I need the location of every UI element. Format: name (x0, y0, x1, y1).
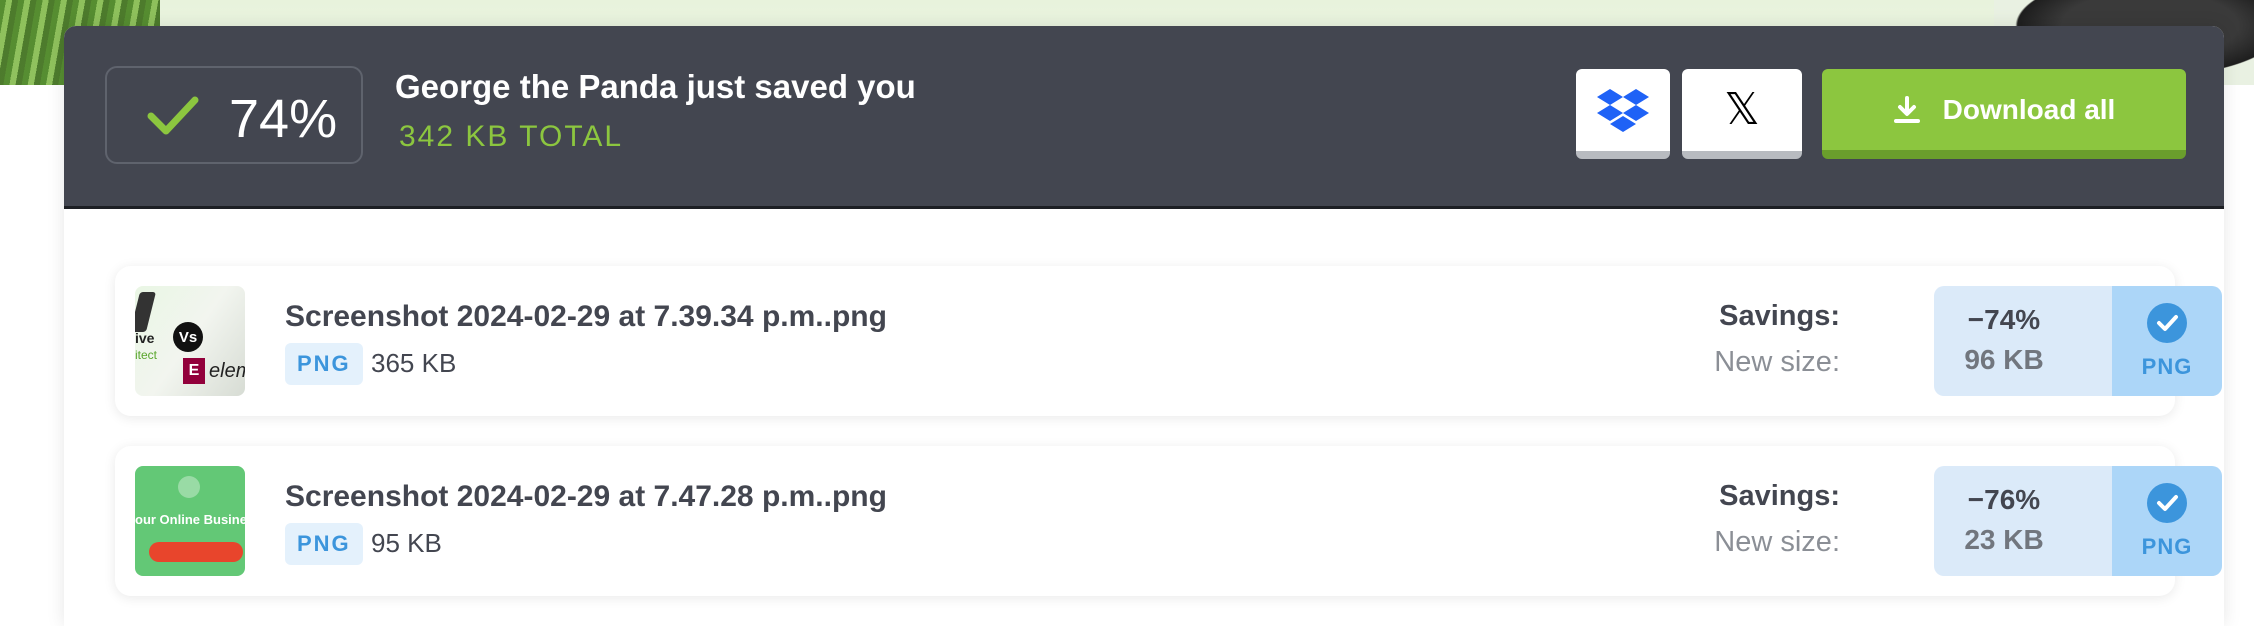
file-type-badge: PNG (285, 523, 363, 565)
savings-badge: 74% (105, 66, 363, 164)
dropbox-icon (1597, 89, 1649, 132)
file-thumbnail: ive itect Vs E elem (135, 286, 245, 396)
x-logo-icon: 𝕏 (1724, 84, 1760, 135)
download-all-button[interactable]: Download all (1822, 69, 2186, 159)
thumbnail-text: elem (209, 360, 245, 382)
new-size-value: 96 KB (1964, 344, 2044, 375)
file-type-badge: PNG (285, 343, 363, 385)
check-circle-icon (2147, 483, 2187, 523)
download-file-button[interactable]: PNG (2112, 286, 2222, 396)
result-box: −74% 96 KB (1934, 286, 2112, 396)
file-row: our Online Busines Screenshot 2024-02-29… (115, 446, 2222, 596)
file-row: ive itect Vs E elem Screenshot 2024-02-2… (115, 266, 2222, 416)
share-on-x-button[interactable]: 𝕏 (1682, 69, 1802, 159)
output-format-label: PNG (2141, 354, 2193, 379)
summary-total: 342 KB TOTAL (399, 120, 624, 153)
download-all-label: Download all (1942, 93, 2116, 125)
savings-value: −74% (1967, 304, 2041, 335)
file-thumbnail: our Online Busines (135, 466, 245, 576)
file-name: Screenshot 2024-02-29 at 7.39.34 p.m..pn… (285, 300, 887, 333)
original-size: 95 KB (371, 528, 442, 558)
download-file-button[interactable]: PNG (2112, 466, 2222, 576)
savings-percent: 74% (229, 89, 338, 149)
results-panel: 74% George the Panda just saved you 342 … (64, 26, 2224, 626)
savings-label: Savings: (1719, 300, 1840, 332)
thumbnail-logo-icon (178, 476, 200, 498)
thumbnail-button-shape (149, 542, 243, 562)
result-box: −76% 23 KB (1934, 466, 2112, 576)
thumbnail-text: our Online Busines (135, 512, 245, 527)
save-to-dropbox-button[interactable] (1576, 69, 1670, 159)
versus-badge: Vs (173, 322, 203, 352)
savings-label: Savings: (1719, 480, 1840, 512)
elementor-logo-icon: E (183, 358, 205, 384)
original-size: 365 KB (371, 348, 457, 378)
thumbnail-text: ive (135, 330, 155, 346)
new-size-label: New size: (1714, 346, 1840, 378)
download-icon (1893, 95, 1920, 123)
checkmark-icon (147, 96, 199, 135)
savings-value: −76% (1967, 484, 2041, 515)
thumbnail-shape (135, 292, 156, 332)
output-format-label: PNG (2141, 534, 2193, 559)
new-size-label: New size: (1714, 526, 1840, 558)
thumbnail-text: itect (135, 348, 158, 362)
file-name: Screenshot 2024-02-29 at 7.47.28 p.m..pn… (285, 480, 887, 513)
summary-header: 74% George the Panda just saved you 342 … (64, 26, 2224, 209)
summary-title: George the Panda just saved you (395, 68, 916, 105)
check-circle-icon (2147, 303, 2187, 343)
new-size-value: 23 KB (1964, 524, 2044, 555)
